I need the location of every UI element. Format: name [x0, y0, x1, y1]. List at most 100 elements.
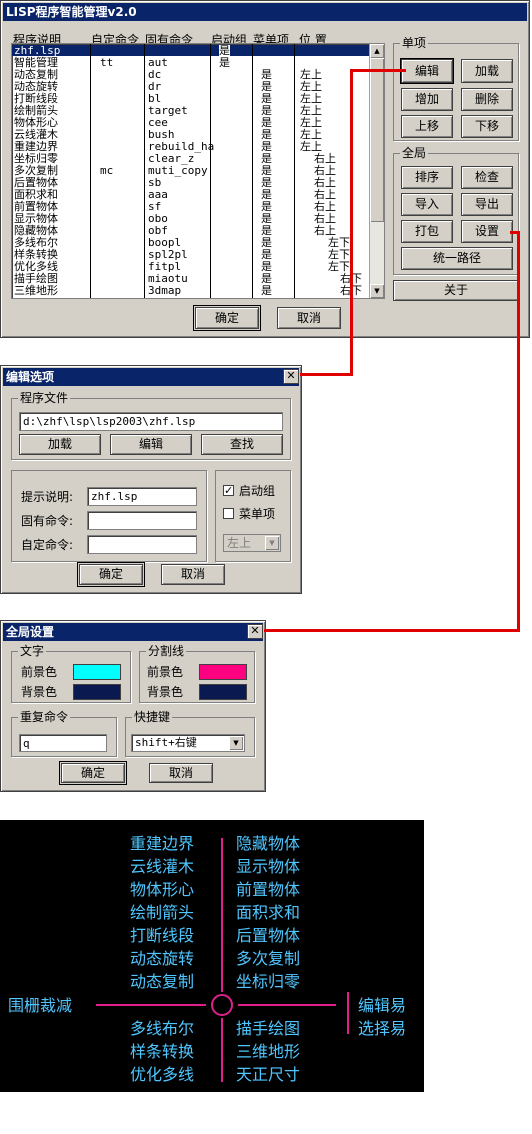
edit-button[interactable]: 编辑: [400, 58, 454, 84]
table-cell-desc: 动态旋转: [14, 80, 58, 93]
program-list[interactable]: zhf.lsp 是智能管理 tt aut 是动态复制 dc 是左上 动态旋转 dr 是左上 打断线段…: [11, 43, 385, 299]
table-cell-menu: 是: [261, 116, 272, 129]
table-row[interactable]: 重建边界 rebuild_ha 是 左上: [12, 141, 370, 152]
edit-dialog-close-icon[interactable]: ✕: [283, 369, 299, 384]
table-row[interactable]: 面积求和 aaa 是 右上: [12, 189, 370, 200]
table-row[interactable]: 隐藏物体 obf 是 右上: [12, 225, 370, 236]
table-cell-menu: 是: [261, 272, 272, 285]
table-row[interactable]: zhf.lsp 是: [12, 45, 370, 56]
edit-dialog-title: 编辑选项: [3, 368, 299, 386]
table-row[interactable]: 物体形心 cee 是 左上: [12, 117, 370, 128]
sep-bg-swatch[interactable]: [199, 684, 247, 700]
delete-button[interactable]: 删除: [461, 88, 513, 111]
table-cell-builtin: spl2pl: [148, 248, 188, 261]
position-select-value: 左上: [227, 536, 252, 550]
table-row[interactable]: 前置物体 sf 是 右上: [12, 201, 370, 212]
table-cell-pos: 左上: [300, 128, 322, 141]
table-cell-menu: 是: [261, 92, 272, 105]
table-row[interactable]: 动态旋转 dr 是 左上: [12, 81, 370, 92]
global-cancel-button[interactable]: 取消: [149, 763, 213, 783]
table-row[interactable]: 打断线段 bl 是 左上: [12, 93, 370, 104]
table-cell-menu: 是: [261, 80, 272, 93]
move-down-button[interactable]: 下移: [461, 115, 513, 138]
table-cell-desc: 显示物体: [14, 212, 58, 225]
table-cell-cmd: mc: [100, 164, 114, 177]
list-col-divider: [252, 44, 253, 298]
global-dialog-close-icon[interactable]: ✕: [247, 624, 263, 639]
sep-fg-swatch[interactable]: [199, 664, 247, 680]
table-cell-builtin: rebuild_ha: [148, 140, 215, 153]
repeat-command-input[interactable]: q: [19, 734, 107, 752]
scroll-up-button[interactable]: ▲: [370, 44, 384, 58]
vertical-scrollbar[interactable]: ▲ ▼: [369, 44, 384, 298]
table-row[interactable]: 云线灌木 bush 是 左上: [12, 129, 370, 140]
table-cell-desc: 三维地形: [14, 284, 58, 297]
menu-item-checkbox[interactable]: [223, 508, 234, 519]
table-cell-builtin: 3dmap: [148, 284, 182, 297]
table-cell-menu: 是: [261, 128, 272, 141]
text-bg-swatch[interactable]: [73, 684, 121, 700]
table-row[interactable]: 优化多线 fitpl 是 左下: [12, 261, 370, 272]
pack-button[interactable]: 打包: [401, 220, 453, 243]
file-find-button[interactable]: 查找: [201, 434, 283, 455]
radial-menu-preview: 重建边界 云线灌木 物体形心 绘制箭头 打断线段 动态旋转 动态复制 隐藏物体 …: [0, 820, 424, 1092]
table-row[interactable]: 描手绘图miaotu是右下: [12, 273, 370, 284]
table-cell-menu: 是: [261, 68, 272, 81]
connector-edit-v: [350, 69, 353, 375]
table-cell-pos: 左下: [328, 260, 350, 273]
settings-button[interactable]: 设置: [461, 220, 513, 243]
load-button[interactable]: 加载: [461, 59, 513, 83]
connector-edit-h1: [352, 69, 406, 72]
move-up-button[interactable]: 上移: [401, 115, 453, 138]
table-cell-pos: 左上: [300, 104, 322, 117]
position-select[interactable]: 左上 ▼: [223, 534, 281, 552]
unify-path-button[interactable]: 统一路径: [401, 247, 513, 270]
table-row[interactable]: 三维地形3dmap是右下: [12, 285, 370, 296]
connector-global-h2: [264, 629, 520, 632]
scroll-thumb[interactable]: [370, 58, 384, 222]
table-row[interactable]: 后置物体 sb 是 右上: [12, 177, 370, 188]
main-cancel-button[interactable]: 取消: [277, 307, 341, 329]
table-row[interactable]: 动态复制 dc 是 左上: [12, 69, 370, 80]
table-cell-start: 是: [219, 44, 230, 57]
add-button[interactable]: 增加: [401, 88, 453, 111]
about-button[interactable]: 关于: [393, 280, 519, 301]
text-fg-swatch[interactable]: [73, 664, 121, 680]
table-cell-builtin: bl: [148, 92, 162, 105]
start-group-checkbox[interactable]: ✓: [223, 485, 234, 496]
hotkey-select[interactable]: shift+右键 ▼: [131, 734, 245, 752]
table-cell-menu: 是: [261, 260, 272, 273]
edit-ok-button[interactable]: 确定: [77, 562, 145, 587]
check-button[interactable]: 检查: [461, 166, 513, 189]
table-cell-builtin: target: [148, 104, 188, 117]
table-row[interactable]: 多次复制 mc muti_copy 是 右上: [12, 165, 370, 176]
table-row[interactable]: 样条转换 spl2pl 是 左下: [12, 249, 370, 260]
single-group-label: 单项: [400, 36, 429, 50]
global-dialog: 全局设置 ✕ 文字 前景色 背景色 分割线 前景色 背景色 重复命令 q 快捷键…: [0, 620, 266, 792]
file-edit-button[interactable]: 编辑: [110, 434, 192, 455]
custom-input[interactable]: [87, 535, 197, 554]
table-cell-menu: 是: [261, 224, 272, 237]
table-row[interactable]: 坐标归零 clear_z 是 右上: [12, 153, 370, 164]
desc-input[interactable]: zhf.lsp: [87, 487, 197, 506]
list-col-divider: [210, 44, 211, 298]
sort-button[interactable]: 排序: [401, 166, 453, 189]
import-button[interactable]: 导入: [401, 193, 453, 216]
global-ok-button[interactable]: 确定: [59, 761, 127, 785]
table-cell-pos: 左下: [328, 236, 350, 249]
global-group-label: 全局: [400, 146, 429, 160]
table-row[interactable]: 显示物体 obo 是 右上: [12, 213, 370, 224]
table-row[interactable]: 智能管理 tt aut 是: [12, 57, 370, 68]
main-ok-button[interactable]: 确定: [193, 305, 261, 331]
export-button[interactable]: 导出: [461, 193, 513, 216]
table-row[interactable]: 绘制箭头 target 是 左上: [12, 105, 370, 116]
builtin-input[interactable]: [87, 511, 197, 530]
file-load-button[interactable]: 加载: [19, 434, 101, 455]
edit-cancel-button[interactable]: 取消: [161, 564, 225, 585]
table-cell-pos: 左下: [328, 248, 350, 261]
table-cell-builtin: sb: [148, 176, 162, 189]
file-path-input[interactable]: d:\zhf\lsp\lsp2003\zhf.lsp: [19, 412, 283, 431]
table-row[interactable]: 多线布尔 boopl 是 左下: [12, 237, 370, 248]
repeat-command-group-label: 重复命令: [18, 710, 71, 724]
scroll-down-button[interactable]: ▼: [370, 284, 384, 298]
